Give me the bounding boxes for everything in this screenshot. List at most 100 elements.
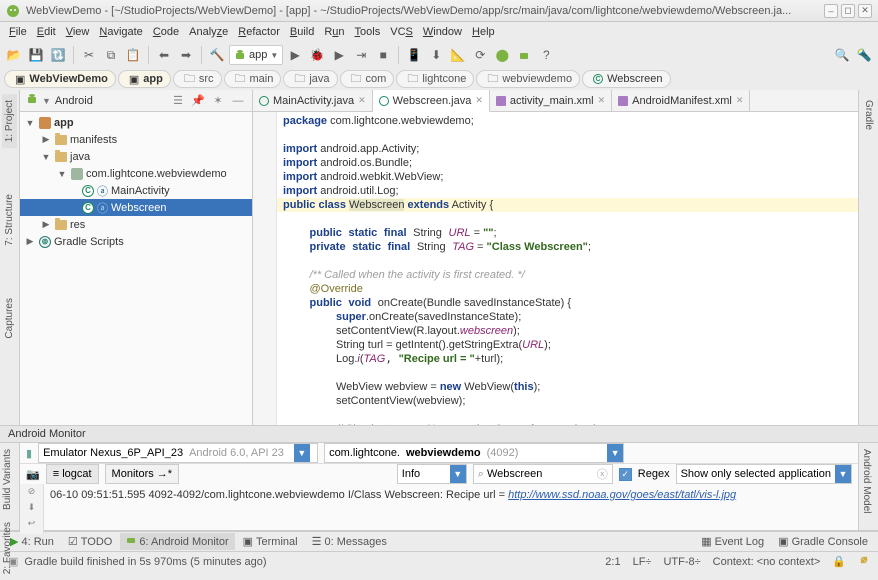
filter-selector[interactable]: Show only selected application▼ <box>676 464 852 484</box>
bbtn-gradle-console[interactable]: ▣Gradle Console <box>772 533 874 550</box>
sync-icon[interactable]: 🔃 <box>48 45 68 65</box>
tab-webscreen[interactable]: Webscreen.java✕ <box>373 90 490 112</box>
close-tab-icon[interactable]: ✕ <box>358 95 366 106</box>
menu-navigate[interactable]: Navigate <box>94 26 147 38</box>
tree-view-mode[interactable]: Android <box>55 95 93 107</box>
line-separator[interactable]: LF÷ <box>633 556 652 568</box>
menu-file[interactable]: File <box>4 26 32 38</box>
clear-icon[interactable]: ⓧ <box>597 466 608 482</box>
sdk-icon[interactable]: ⬇ <box>426 45 446 65</box>
context-indicator[interactable]: Context: <no context> <box>713 556 821 568</box>
settings-icon[interactable]: ☰ <box>170 94 186 107</box>
close-tab-icon[interactable]: ✕ <box>736 95 744 106</box>
tab-gradle[interactable]: Gradle <box>861 94 876 136</box>
bbtn-android-monitor[interactable]: 6: Android Monitor <box>120 533 234 550</box>
search-icon[interactable]: 🔍 <box>832 45 852 65</box>
back-icon[interactable]: ⬅ <box>154 45 174 65</box>
menu-vcs[interactable]: VCS <box>385 26 418 38</box>
gear-icon[interactable]: ✶ <box>210 94 226 107</box>
menu-run[interactable]: Run <box>319 26 349 38</box>
log-output[interactable]: 06-10 09:51:51.595 4092-4092/com.lightco… <box>44 484 858 534</box>
tab-mainactivity[interactable]: MainActivity.java✕ <box>253 90 373 111</box>
menu-refactor[interactable]: Refactor <box>233 26 285 38</box>
android-icon[interactable]: ⬤ <box>492 45 512 65</box>
tab-project[interactable]: 1: Project <box>2 94 17 148</box>
chevron-down-icon[interactable]: ▼ <box>42 96 51 106</box>
bbtn-terminal[interactable]: ▣Terminal <box>237 533 304 550</box>
bbtn-event-log[interactable]: ▦Event Log <box>695 533 770 550</box>
cursor-position[interactable]: 2:1 <box>605 556 620 568</box>
menu-window[interactable]: Window <box>418 26 467 38</box>
tab-favorites[interactable]: 2: Favorites <box>0 516 15 580</box>
log-level-selector[interactable]: Info▼ <box>397 464 467 484</box>
close-tab-icon[interactable]: ✕ <box>598 95 606 106</box>
tree-node-mainactivity[interactable]: CⓐMainActivity <box>20 182 252 199</box>
open-icon[interactable]: 📂 <box>4 45 24 65</box>
minimize-button[interactable]: – <box>824 4 838 18</box>
tab-captures[interactable]: Captures <box>2 292 17 345</box>
gradle-sync-icon[interactable]: ⟳ <box>470 45 490 65</box>
crumb-main[interactable]: 🗀main <box>224 70 282 88</box>
crumb-project[interactable]: ▣WebViewDemo <box>4 70 116 88</box>
maximize-button[interactable]: ◻ <box>841 4 855 18</box>
save-icon[interactable]: 💾 <box>26 45 46 65</box>
crumb-lightcone[interactable]: 🗀lightcone <box>396 70 474 88</box>
subtab-logcat[interactable]: ≡ logcat <box>46 464 99 484</box>
android-monitor-title[interactable]: Android Monitor <box>0 425 878 443</box>
menu-edit[interactable]: Edit <box>32 26 61 38</box>
file-encoding[interactable]: UTF-8÷ <box>663 556 700 568</box>
forward-icon[interactable]: ➡ <box>176 45 196 65</box>
code-area[interactable]: package com.lightcone.webviewdemo; impor… <box>253 112 858 425</box>
clear-icon[interactable]: ⊘ <box>24 486 40 500</box>
tree-node-app[interactable]: ▼app <box>20 114 252 131</box>
crumb-src[interactable]: 🗀src <box>173 70 222 88</box>
paste-icon[interactable]: 📋 <box>123 45 143 65</box>
tree-node-gradle-scripts[interactable]: ▶⊚Gradle Scripts <box>20 233 252 250</box>
device-selector[interactable]: Emulator Nexus_6P_API_23 Android 6.0, AP… <box>38 443 318 463</box>
hide-icon[interactable]: — <box>230 95 246 107</box>
bbtn-todo[interactable]: ☑TODO <box>62 533 118 550</box>
menu-code[interactable]: Code <box>148 26 184 38</box>
tab-activitymain[interactable]: activity_main.xml✕ <box>490 90 612 111</box>
wrap-icon[interactable]: ↩ <box>24 518 40 532</box>
tab-manifest[interactable]: AndroidManifest.xml✕ <box>612 90 750 111</box>
copy-icon[interactable]: ⧉ <box>101 45 121 65</box>
run-coverage-icon[interactable]: ▶ <box>329 45 349 65</box>
cut-icon[interactable]: ✂ <box>79 45 99 65</box>
run-config-selector[interactable]: app ▼ <box>229 45 283 65</box>
debug-icon[interactable]: 🐞 <box>307 45 327 65</box>
process-selector[interactable]: com.lightcone.webviewdemo (4092) ▼ <box>324 443 624 463</box>
crumb-module[interactable]: ▣app <box>118 70 171 88</box>
log-url-link[interactable]: http://www.ssd.noaa.gov/goes/east/tatl/v… <box>508 489 736 501</box>
crumb-java[interactable]: 🗀java <box>283 70 337 88</box>
help-icon[interactable]: ? <box>536 45 556 65</box>
crumb-webviewdemo[interactable]: 🗀webviewdemo <box>476 70 580 88</box>
collapse-icon[interactable]: 📌 <box>190 94 206 107</box>
code-text[interactable]: package com.lightcone.webviewdemo; impor… <box>277 112 858 425</box>
tree-node-manifests[interactable]: ▶manifests <box>20 131 252 148</box>
close-button[interactable]: ✕ <box>858 4 872 18</box>
tree-node-res[interactable]: ▶res <box>20 216 252 233</box>
scroll-end-icon[interactable]: ⬇ <box>24 502 40 516</box>
make-icon[interactable]: 🔨 <box>207 45 227 65</box>
tab-build-variants[interactable]: Build Variants <box>0 443 15 516</box>
android-head-icon[interactable] <box>514 45 534 65</box>
crumb-class[interactable]: CWebscreen <box>582 70 670 88</box>
log-search-input[interactable]: ⌕Webscreenⓧ <box>473 464 613 484</box>
avd-icon[interactable]: 📱 <box>404 45 424 65</box>
tab-android-model[interactable]: Android Model <box>859 443 874 519</box>
find-icon[interactable]: 🔦 <box>854 45 874 65</box>
menu-tools[interactable]: Tools <box>350 26 386 38</box>
run-icon[interactable]: ▶ <box>285 45 305 65</box>
bbtn-messages[interactable]: ☰0: Messages <box>306 533 393 550</box>
close-tab-icon[interactable]: ✕ <box>475 95 483 106</box>
tree-node-webscreen[interactable]: CⓐWebscreen <box>20 199 252 216</box>
lock-icon[interactable]: 🔒 <box>832 555 846 568</box>
stop-icon[interactable]: ■ <box>373 45 393 65</box>
regex-checkbox[interactable]: ✓ <box>619 468 632 481</box>
tree-node-java[interactable]: ▼java <box>20 148 252 165</box>
attach-icon[interactable]: ⇥ <box>351 45 371 65</box>
menu-analyze[interactable]: Analyze <box>184 26 233 38</box>
inspection-icon[interactable] <box>858 554 870 569</box>
menu-build[interactable]: Build <box>285 26 319 38</box>
